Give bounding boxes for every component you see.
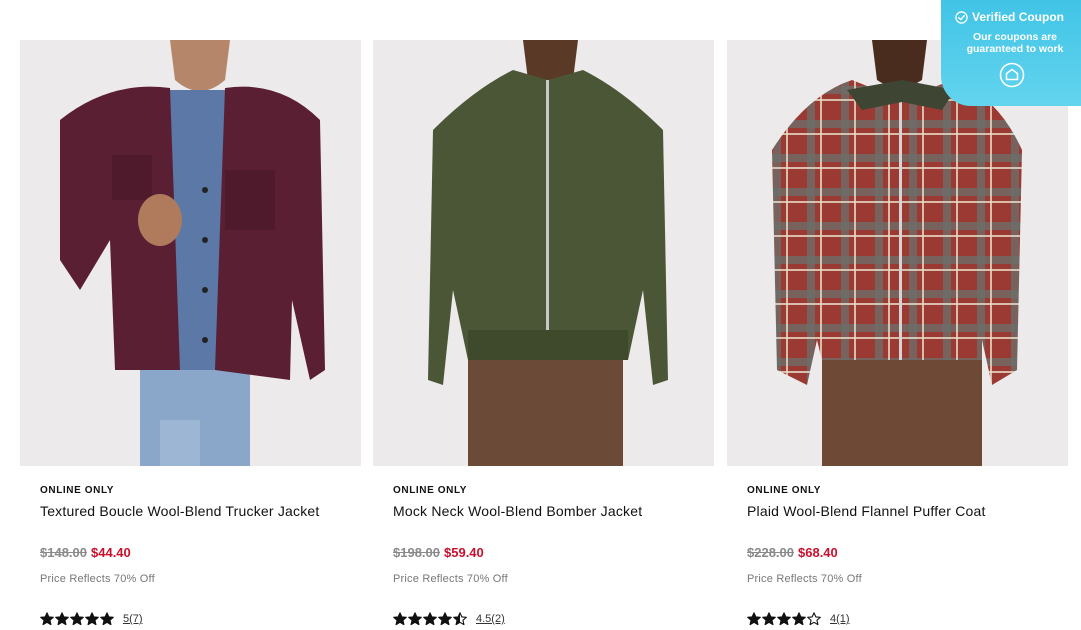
star-filled-icon — [40, 612, 54, 626]
price-note: Price Reflects 70% Off — [40, 573, 155, 585]
product-card[interactable]: ONLINE ONLY Plaid Wool-Blend Flannel Puf… — [727, 40, 1068, 630]
product-card[interactable]: ONLINE ONLY Textured Boucle Wool-Blend T… — [20, 40, 361, 630]
price-note: Price Reflects 70% Off — [393, 573, 508, 585]
reviews-link[interactable]: 4(1) — [830, 613, 850, 625]
product-price: $148.00 $44.40 — [40, 545, 131, 560]
star-filled-icon — [423, 612, 437, 626]
product-card[interactable]: ONLINE ONLY Mock Neck Wool-Blend Bomber … — [373, 40, 714, 630]
coupon-title: Verified Coupon — [972, 10, 1065, 24]
product-rating: 4.5(2) — [393, 612, 505, 626]
coupon-header: Verified Coupon — [955, 10, 1081, 24]
reviews-link[interactable]: 4.5(2) — [476, 613, 505, 625]
product-title[interactable]: Plaid Wool-Blend Flannel Puffer Coat — [747, 503, 986, 519]
star-filled-icon — [100, 612, 114, 626]
original-price: $228.00 — [747, 545, 794, 560]
verified-coupon-widget[interactable]: Verified Coupon Our coupons are guarante… — [941, 0, 1081, 106]
product-title[interactable]: Textured Boucle Wool-Blend Trucker Jacke… — [40, 503, 320, 519]
rating-stars — [747, 612, 821, 626]
star-filled-icon — [85, 612, 99, 626]
sale-price: $68.40 — [798, 545, 838, 560]
star-filled-icon — [70, 612, 84, 626]
check-circle-icon — [955, 10, 968, 24]
product-grid: ONLINE ONLY Textured Boucle Wool-Blend T… — [20, 40, 1068, 630]
original-price: $148.00 — [40, 545, 87, 560]
star-filled-icon — [777, 612, 791, 626]
price-note: Price Reflects 70% Off — [747, 573, 862, 585]
star-filled-icon — [408, 612, 422, 626]
product-price: $198.00 $59.40 — [393, 545, 484, 560]
online-only-badge: ONLINE ONLY — [40, 485, 115, 496]
star-filled-icon — [438, 612, 452, 626]
product-price: $228.00 $68.40 — [747, 545, 838, 560]
online-only-badge: ONLINE ONLY — [393, 485, 468, 496]
coupon-logo-icon[interactable] — [999, 62, 1025, 88]
star-empty-icon — [807, 612, 821, 626]
product-image[interactable] — [20, 40, 361, 466]
rating-stars — [393, 612, 467, 626]
product-photo-trucker-jacket — [20, 40, 361, 466]
product-rating: 5(7) — [40, 612, 143, 626]
coupon-description: Our coupons are guaranteed to work — [966, 31, 1064, 55]
reviews-link[interactable]: 5(7) — [123, 613, 143, 625]
star-filled-icon — [55, 612, 69, 626]
star-half-icon — [453, 612, 467, 626]
star-filled-icon — [762, 612, 776, 626]
rating-stars — [40, 612, 114, 626]
star-filled-icon — [747, 612, 761, 626]
product-rating: 4(1) — [747, 612, 850, 626]
product-title[interactable]: Mock Neck Wool-Blend Bomber Jacket — [393, 503, 642, 519]
original-price: $198.00 — [393, 545, 440, 560]
product-photo-bomber-jacket — [373, 40, 714, 466]
sale-price: $59.40 — [444, 545, 484, 560]
product-image[interactable] — [373, 40, 714, 466]
online-only-badge: ONLINE ONLY — [747, 485, 822, 496]
star-filled-icon — [393, 612, 407, 626]
star-filled-icon — [792, 612, 806, 626]
sale-price: $44.40 — [91, 545, 131, 560]
